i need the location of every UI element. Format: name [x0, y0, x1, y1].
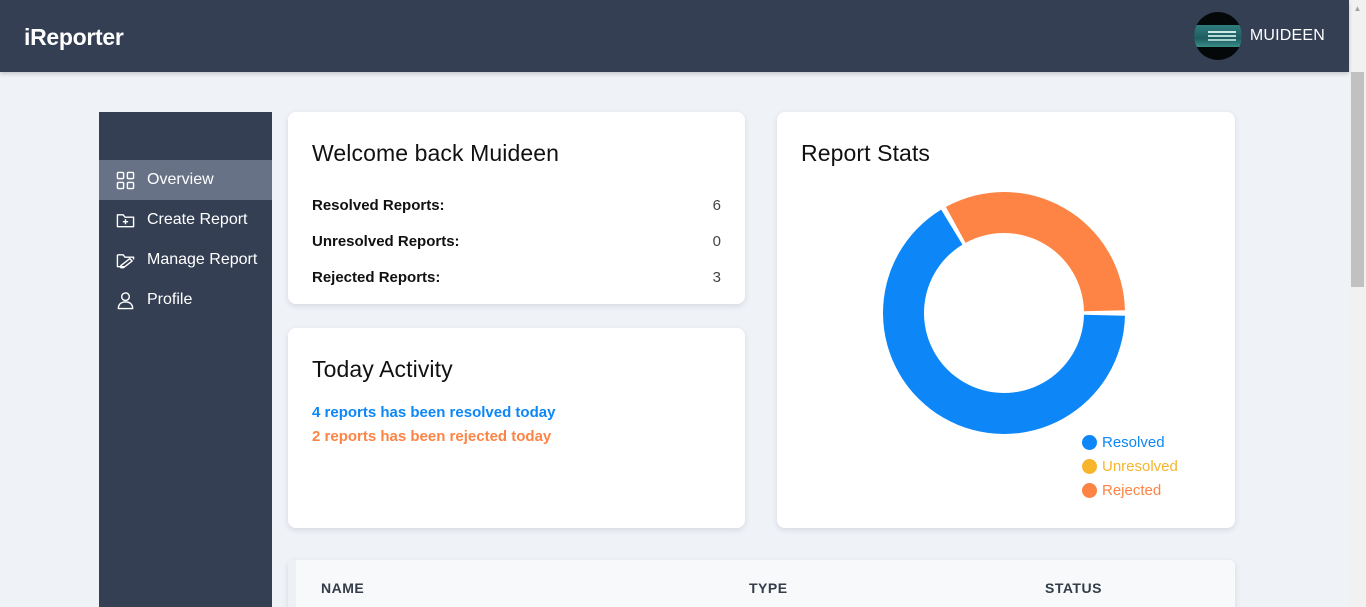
sidebar-item-label: Manage Report — [147, 251, 258, 268]
grid-icon — [116, 171, 135, 189]
today-activity-card: Today Activity 4 reports has been resolv… — [288, 328, 745, 528]
legend-item-unresolved[interactable]: Unresolved — [1082, 454, 1178, 478]
column-header-type[interactable]: TYPE — [749, 580, 788, 596]
sidebar-item-label: Overview — [147, 171, 214, 188]
table-header: NAME TYPE STATUS — [288, 560, 1235, 607]
legend-label: Rejected — [1102, 481, 1162, 499]
chart-legend: Resolved Unresolved Rejected — [1082, 430, 1178, 502]
legend-label: Unresolved — [1102, 457, 1178, 475]
sidebar-item-overview[interactable]: Overview — [99, 160, 272, 200]
username-label[interactable]: MUIDEEN — [1250, 27, 1325, 45]
column-header-status[interactable]: STATUS — [1045, 580, 1102, 596]
sidebar-item-label: Profile — [147, 291, 193, 308]
stat-value: 0 — [712, 232, 721, 250]
sidebar-item-label: Create Report — [147, 211, 248, 228]
scrollbar-thumb[interactable] — [1351, 72, 1364, 287]
column-header-name[interactable]: NAME — [321, 580, 364, 596]
legend-dot-icon — [1082, 482, 1097, 498]
stat-row-rejected: Rejected Reports: 3 — [312, 259, 721, 295]
report-stats-card: Report Stats Resolved Unresolved Rejected — [777, 112, 1235, 528]
scroll-up-arrow-icon[interactable]: ▲ — [1351, 3, 1364, 15]
legend-dot-icon — [1082, 434, 1097, 450]
stat-label: Rejected Reports: — [312, 268, 441, 286]
legend-label: Resolved — [1102, 433, 1165, 451]
folder-edit-icon — [116, 253, 135, 268]
stat-value: 6 — [712, 196, 721, 214]
activity-title: Today Activity — [312, 356, 453, 382]
sidebar-item-manage-report[interactable]: Manage Report — [99, 240, 272, 280]
stat-label: Resolved Reports: — [312, 196, 445, 214]
sidebar: Overview Create Report Manage Report Pro… — [99, 112, 272, 607]
legend-dot-icon — [1082, 458, 1097, 474]
activity-resolved-text: 4 reports has been resolved today — [312, 404, 556, 421]
stat-value: 3 — [712, 268, 721, 286]
user-menu[interactable]: MUIDEEN — [1193, 12, 1325, 60]
welcome-title: Welcome back Muideen — [312, 140, 560, 166]
activity-rejected-text: 2 reports has been rejected today — [312, 428, 552, 445]
sidebar-item-create-report[interactable]: Create Report — [99, 200, 272, 240]
legend-item-rejected[interactable]: Rejected — [1082, 478, 1178, 502]
user-icon — [117, 291, 134, 309]
stat-label: Unresolved Reports: — [312, 232, 460, 250]
donut-slice-rejected[interactable] — [945, 192, 1125, 312]
legend-item-resolved[interactable]: Resolved — [1082, 430, 1178, 454]
welcome-card: Welcome back Muideen Resolved Reports: 6… — [288, 112, 745, 304]
avatar[interactable] — [1193, 12, 1242, 60]
stat-row-resolved: Resolved Reports: 6 — [312, 187, 721, 223]
stat-row-unresolved: Unresolved Reports: 0 — [312, 223, 721, 259]
app-brand[interactable]: iReporter — [24, 24, 124, 51]
sidebar-item-profile[interactable]: Profile — [99, 280, 272, 320]
folder-plus-icon — [116, 213, 135, 227]
top-navbar: iReporter MUIDEEN — [0, 0, 1349, 72]
reports-table: NAME TYPE STATUS — [288, 560, 1235, 607]
